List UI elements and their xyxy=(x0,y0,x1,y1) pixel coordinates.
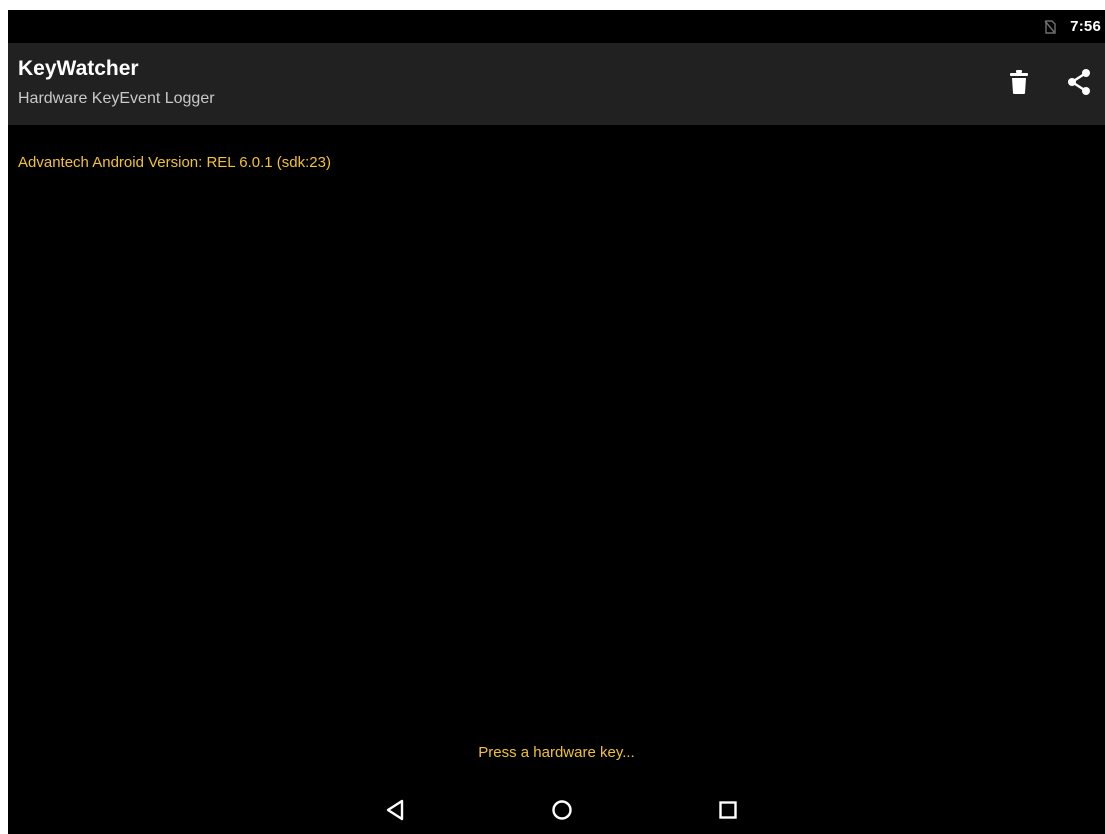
recents-button[interactable] xyxy=(716,798,740,822)
app-subtitle: Hardware KeyEvent Logger xyxy=(18,90,215,107)
device-screen: 7:56 KeyWatcher Hardware KeyEvent Logger… xyxy=(8,10,1105,834)
status-clock: 7:56 xyxy=(1070,18,1101,35)
press-key-hint: Press a hardware key... xyxy=(478,744,635,761)
clear-log-button[interactable] xyxy=(1003,65,1035,99)
version-info: Advantech Android Version: REL 6.0.1 (sd… xyxy=(18,154,331,171)
home-icon xyxy=(552,800,572,820)
back-icon xyxy=(386,799,404,821)
back-button[interactable] xyxy=(383,798,407,822)
navigation-bar xyxy=(8,786,1105,834)
recents-icon xyxy=(719,801,737,819)
no-sim-icon xyxy=(1044,19,1056,34)
status-bar: 7:56 xyxy=(8,10,1105,43)
trash-icon xyxy=(1010,70,1028,94)
home-button[interactable] xyxy=(550,798,574,822)
share-icon xyxy=(1068,69,1090,95)
app-title: KeyWatcher xyxy=(18,57,139,80)
action-bar: KeyWatcher Hardware KeyEvent Logger xyxy=(8,43,1105,125)
status-icons: 7:56 xyxy=(1044,10,1101,43)
share-button[interactable] xyxy=(1063,65,1095,99)
key-log-area: Advantech Android Version: REL 6.0.1 (sd… xyxy=(8,125,1105,769)
